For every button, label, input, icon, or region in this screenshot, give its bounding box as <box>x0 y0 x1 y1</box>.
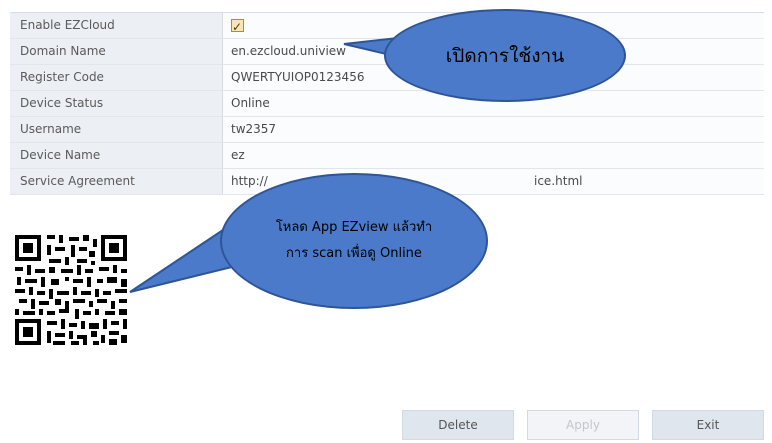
callout-scan-line1: โหลด App EZview แล้วทำ <box>275 220 433 235</box>
callout-scan: โหลด App EZview แล้วทำ การ scan เพื่อดู … <box>220 173 488 309</box>
callout-enable-text: เปิดการใช้งาน <box>445 44 565 67</box>
callout-enable: เปิดการใช้งาน <box>384 9 626 102</box>
apply-button[interactable]: Apply <box>527 410 639 440</box>
delete-button[interactable]: Delete <box>402 410 514 440</box>
callout-scan-line2: การ scan เพื่อดู Online <box>286 246 422 261</box>
callout-scan-text: โหลด App EZview แล้วทำ การ scan เพื่อดู … <box>276 215 432 267</box>
exit-button[interactable]: Exit <box>652 410 764 440</box>
